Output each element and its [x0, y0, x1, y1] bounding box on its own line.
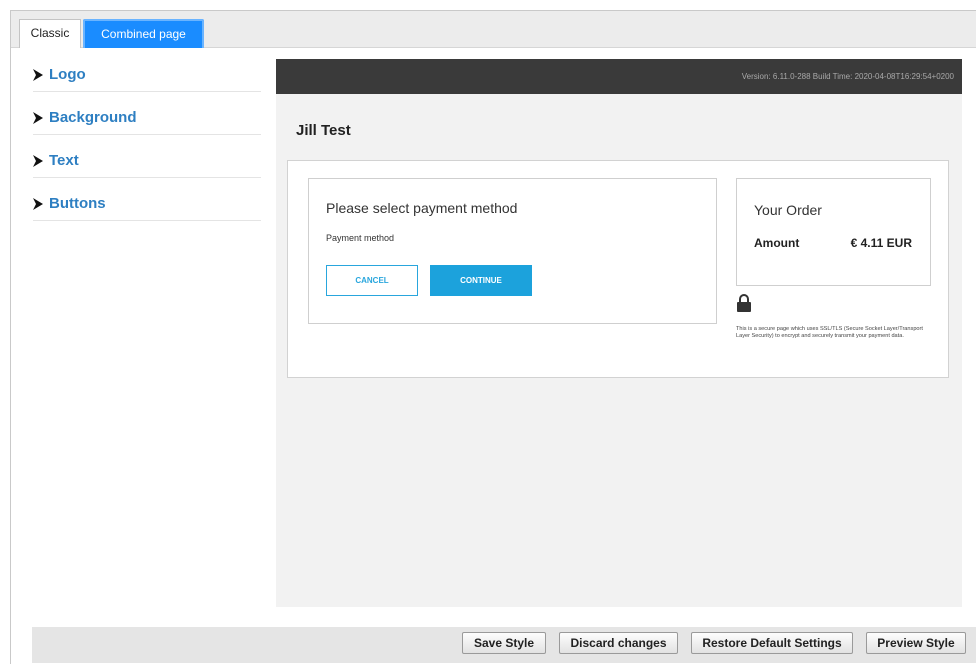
accordion-label-text: Text [49, 152, 79, 169]
secure-page-notice: This is a secure page which uses SSL/TLS… [736, 326, 923, 340]
accordion-label-buttons: Buttons [49, 195, 106, 212]
accordion-label-background: Background [49, 109, 137, 126]
order-title: Your Order [754, 202, 822, 218]
discard-changes-button[interactable]: Discard changes [559, 632, 678, 654]
version-header: Version: 6.11.0-288 Build Time: 2020-04-… [276, 59, 962, 94]
accordion-logo[interactable]: Logo [33, 58, 261, 92]
payment-method-label: Payment method [326, 233, 395, 243]
order-summary: Your Order Amount € 4.11 EUR [736, 178, 931, 286]
triangle-right-icon [33, 68, 43, 81]
merchant-name: Jill Test [296, 122, 351, 139]
payment-method-title: Please select payment method [326, 200, 518, 216]
footer-toolbar: Save Style Discard changes Restore Defau… [32, 627, 976, 663]
tab-combined-page[interactable]: Combined page [83, 19, 204, 48]
sidebar-accordion: Logo Background Text Buttons [33, 58, 261, 230]
save-style-button[interactable]: Save Style [462, 632, 546, 654]
triangle-right-icon [33, 197, 43, 210]
version-text: Version: 6.11.0-288 Build Time: 2020-04-… [741, 72, 954, 81]
amount-label: Amount [754, 236, 800, 250]
preview-style-button[interactable]: Preview Style [866, 632, 966, 654]
triangle-right-icon [33, 154, 43, 167]
cancel-button[interactable]: CANCEL [326, 265, 418, 296]
continue-button[interactable]: CONTINUE [430, 265, 532, 296]
triangle-right-icon [33, 111, 43, 124]
lock-icon [737, 294, 751, 312]
restore-default-settings-button[interactable]: Restore Default Settings [691, 632, 853, 654]
accordion-buttons[interactable]: Buttons [33, 187, 261, 221]
payment-card: Please select payment method Payment met… [287, 160, 949, 378]
accordion-background[interactable]: Background [33, 101, 261, 135]
amount-value: € 4.11 EUR [850, 236, 912, 250]
accordion-label-logo: Logo [49, 66, 86, 83]
payment-method-box: Please select payment method Payment met… [308, 178, 717, 324]
tab-bar: Classic Combined page [11, 11, 976, 48]
accordion-text[interactable]: Text [33, 144, 261, 178]
tab-classic[interactable]: Classic [19, 19, 81, 48]
payment-page-preview: Version: 6.11.0-288 Build Time: 2020-04-… [276, 59, 962, 607]
